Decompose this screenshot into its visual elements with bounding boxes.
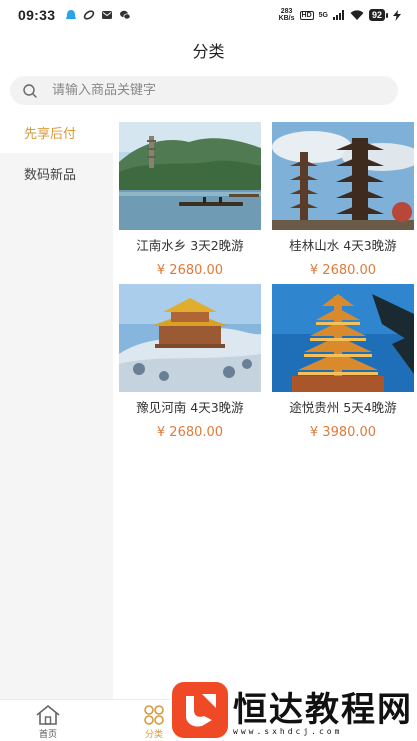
product-price: ¥ 2680.00 <box>156 425 224 440</box>
product-image-jiangnan <box>119 122 261 230</box>
net-speed: 283 KB/s <box>279 8 295 22</box>
signal-label: 5G <box>318 11 328 19</box>
product-price: ¥ 2680.00 <box>156 263 224 278</box>
product-title: 桂林山水 4天3晚游 <box>289 238 397 253</box>
charging-icon <box>393 9 401 21</box>
home-icon <box>36 705 60 725</box>
watermark-logo-icon <box>172 682 228 738</box>
sidebar-item-pay-later[interactable]: 先享后付 <box>0 112 113 153</box>
net-speed-value: 283 <box>280 8 293 15</box>
notification-app-icon <box>66 10 77 19</box>
product-grid: 江南水乡 3天2晚游 ¥ 2680.00 桂林山水 4天3晚游 ¥ 2680.0… <box>113 112 417 699</box>
product-image-guilin <box>272 122 414 230</box>
product-title: 途悦贵州 5天4晚游 <box>289 400 397 415</box>
battery-indicator: 92 <box>368 9 388 21</box>
tab-label: 分类 <box>144 730 163 740</box>
hd-badge: HD <box>299 10 314 20</box>
status-time: 09:33 <box>18 7 56 23</box>
product-card[interactable]: 豫见河南 4天3晚游 ¥ 2680.00 <box>119 284 261 440</box>
status-right: 283 KB/s HD 5G 92 <box>279 8 401 22</box>
sidebar-item-label: 先享后付 <box>24 127 77 142</box>
watermark: 恒达教程网 www.sxhdcj.com <box>170 681 417 741</box>
search-icon <box>23 83 37 98</box>
category-icon <box>144 705 164 725</box>
product-price: ¥ 2680.00 <box>309 263 377 278</box>
status-bar: 09:33 283 KB/s HD 5G 92 <box>0 0 417 30</box>
product-title: 江南水乡 3天2晚游 <box>136 238 244 253</box>
watermark-url: www.sxhdcj.com <box>233 727 343 736</box>
net-speed-unit: KB/s <box>278 15 295 22</box>
watermark-text: 恒达教程网 <box>233 690 413 730</box>
product-card[interactable]: 桂林山水 4天3晚游 ¥ 2680.00 <box>272 122 414 278</box>
tab-home[interactable]: 首页 <box>18 704 78 740</box>
sidebar-item-digital-new[interactable]: 数码新品 <box>0 153 113 194</box>
product-card[interactable]: 江南水乡 3天2晚游 ¥ 2680.00 <box>119 122 261 278</box>
wechat-icon <box>120 10 131 20</box>
wifi-icon <box>350 10 364 20</box>
category-sidebar: 先享后付 数码新品 <box>0 112 113 699</box>
mail-icon <box>102 11 113 19</box>
search-input[interactable] <box>52 83 372 98</box>
product-title: 豫见河南 4天3晚游 <box>136 400 244 415</box>
sidebar-item-label: 数码新品 <box>24 168 77 183</box>
product-image-henan <box>119 284 261 392</box>
tab-label: 首页 <box>38 730 57 740</box>
product-image-guizhou <box>272 284 414 392</box>
link-icon <box>84 10 95 20</box>
battery-tip <box>386 12 388 18</box>
battery-level: 92 <box>368 9 385 21</box>
status-left: 09:33 <box>18 7 131 23</box>
signal-icon <box>332 10 344 20</box>
search-bar[interactable] <box>10 76 398 105</box>
product-price: ¥ 3980.00 <box>309 425 377 440</box>
page-title: 分类 <box>192 42 225 61</box>
product-card[interactable]: 途悦贵州 5天4晚游 ¥ 3980.00 <box>272 284 414 440</box>
